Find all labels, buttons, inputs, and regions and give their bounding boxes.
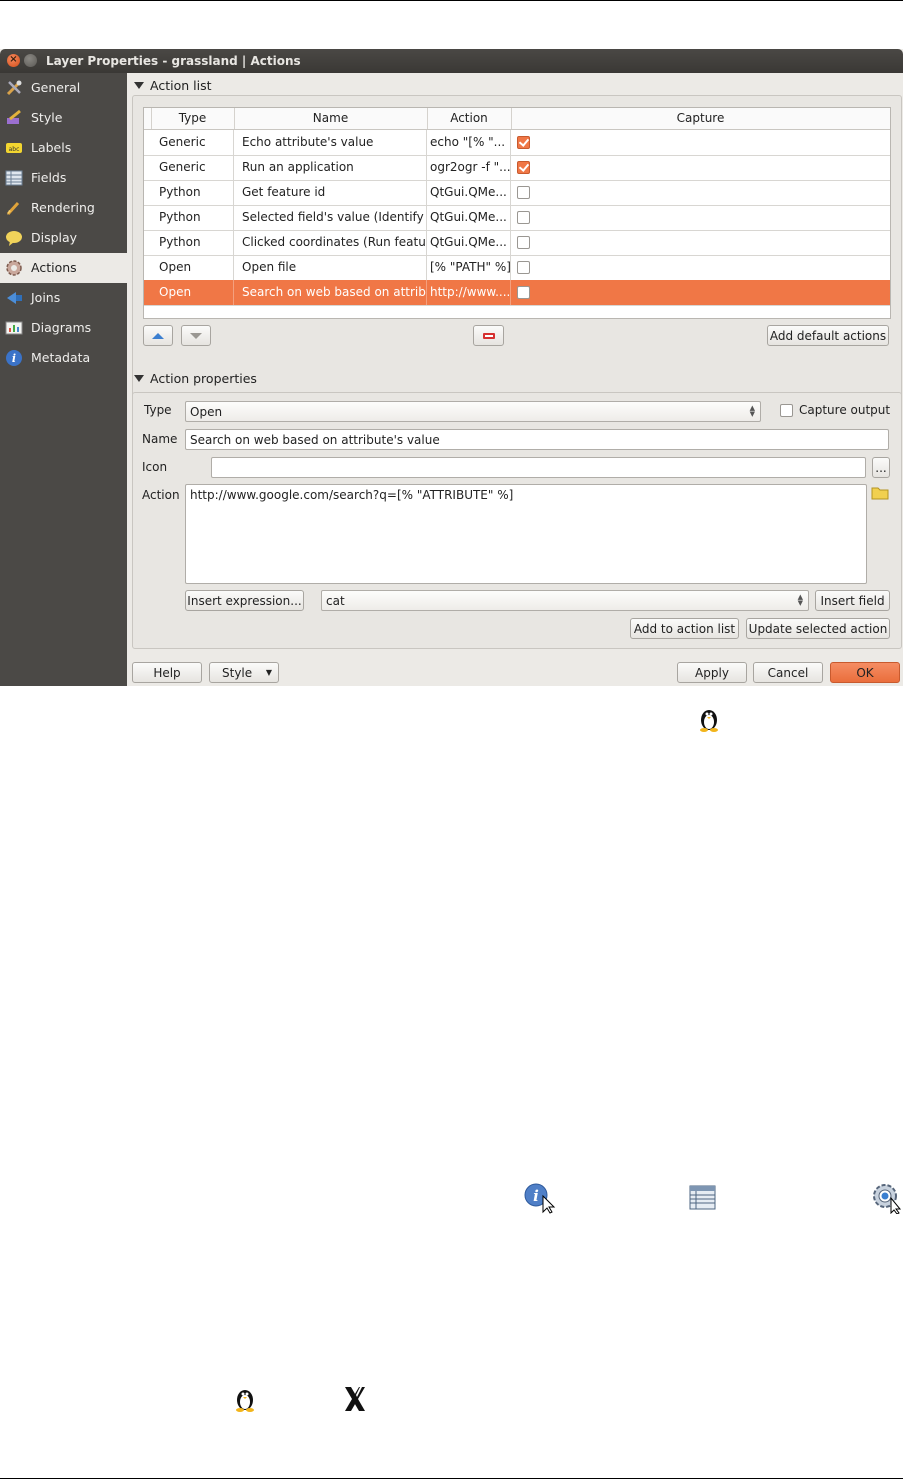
sidebar-item-display[interactable]: Display	[0, 223, 127, 253]
apply-button[interactable]: Apply	[677, 662, 747, 683]
linux-tux-icon	[236, 1390, 254, 1412]
icon-path-field[interactable]	[211, 457, 866, 478]
collapse-triangle-icon	[134, 82, 144, 89]
ok-button[interactable]: OK	[830, 662, 900, 683]
sidebar: General Style abc Labels Fields Renderin…	[0, 73, 127, 686]
insert-expression-button[interactable]: Insert expression...	[185, 590, 304, 611]
action-list-header[interactable]: Action list	[134, 78, 211, 93]
metadata-info-icon: i	[6, 350, 22, 366]
remove-icon	[482, 333, 495, 339]
add-default-actions-button[interactable]: Add default actions	[767, 325, 889, 346]
x11-icon	[345, 1387, 365, 1411]
name-label: Name	[142, 432, 178, 446]
table-row[interactable]: Open Open file [% "PATH" %]	[144, 255, 890, 281]
action-text-editor[interactable]: http://www.google.com/search?q=[% "ATTRI…	[185, 484, 867, 584]
cancel-button[interactable]: Cancel	[753, 662, 823, 683]
column-header-name[interactable]: Name	[234, 108, 428, 129]
run-feature-action-icon	[873, 1184, 902, 1214]
diagrams-chart-icon	[5, 321, 23, 335]
table-row-selected[interactable]: Open Search on web based on attrib... ht…	[144, 280, 890, 306]
title-bar: × Layer Properties - grassland | Actions	[0, 49, 903, 73]
sidebar-item-style[interactable]: Style	[0, 103, 127, 133]
table-row[interactable]: Python Clicked coordinates (Run featu...…	[144, 230, 890, 256]
move-down-button[interactable]	[181, 325, 211, 346]
sidebar-item-rendering[interactable]: Rendering	[0, 193, 127, 223]
name-field[interactable]: Search on web based on attribute's value	[185, 429, 889, 450]
style-menu-button[interactable]: Style ▼	[209, 662, 279, 683]
sidebar-item-diagrams[interactable]: Diagrams	[0, 313, 127, 343]
bottom-rule	[0, 1478, 903, 1479]
linux-tux-icon	[700, 710, 718, 732]
labels-abc-icon: abc	[6, 143, 22, 153]
table-row[interactable]: Python Selected field's value (Identify …	[144, 205, 890, 231]
sidebar-item-labels[interactable]: abc Labels	[0, 133, 127, 163]
column-header-action[interactable]: Action	[427, 108, 512, 129]
action-label: Action	[142, 488, 180, 502]
column-header-capture[interactable]: Capture	[511, 108, 890, 129]
fields-table-icon	[5, 170, 23, 186]
capture-checkbox[interactable]	[517, 261, 530, 274]
table-row[interactable]: Python Get feature id QtGui.QMe...	[144, 180, 890, 206]
icon-label: Icon	[142, 460, 168, 474]
layer-properties-dialog: × Layer Properties - grassland | Actions…	[0, 49, 903, 686]
rendering-brush-icon	[6, 201, 20, 216]
svg-text:abc: abc	[9, 146, 20, 153]
top-rule	[0, 0, 903, 1]
dropdown-arrow-icon: ▼	[265, 668, 272, 677]
arrow-up-icon	[152, 333, 164, 339]
field-select-combo[interactable]: cat ▲ ▼	[321, 590, 809, 611]
remove-action-button[interactable]	[473, 325, 504, 346]
window-title: Layer Properties - grassland | Actions	[46, 54, 301, 68]
action-properties-header[interactable]: Action properties	[134, 371, 257, 386]
insert-field-button[interactable]: Insert field	[815, 590, 890, 611]
combo-spinner-icon: ▲ ▼	[749, 404, 755, 418]
general-tools-icon	[6, 80, 22, 96]
joins-arrow-icon	[7, 292, 22, 304]
capture-checkbox[interactable]	[517, 211, 530, 224]
capture-checkbox[interactable]	[517, 236, 530, 249]
move-up-button[interactable]	[143, 325, 173, 346]
style-brush-icon	[7, 109, 21, 124]
actions-gear-icon	[6, 260, 22, 276]
table-header: Type Name Action Capture	[144, 108, 890, 130]
identify-features-icon: i	[524, 1183, 556, 1214]
type-label: Type	[144, 403, 172, 417]
collapse-triangle-icon	[134, 375, 144, 382]
capture-checkbox[interactable]	[517, 186, 530, 199]
capture-checkbox[interactable]	[517, 136, 530, 149]
folder-browse-button[interactable]	[871, 485, 891, 503]
display-bubble-icon	[6, 231, 22, 246]
type-combo[interactable]: Open ▲ ▼	[185, 401, 761, 422]
icon-browse-button[interactable]: ...	[872, 457, 890, 478]
combo-spinner-icon: ▲ ▼	[797, 593, 803, 607]
sidebar-item-general[interactable]: General	[0, 73, 127, 103]
svg-text:i: i	[533, 1187, 539, 1205]
help-button[interactable]: Help	[132, 662, 202, 683]
window-close-button[interactable]: ×	[7, 54, 20, 67]
column-header-type[interactable]: Type	[151, 108, 235, 129]
capture-checkbox[interactable]	[517, 161, 530, 174]
actions-table[interactable]: Type Name Action Capture Generic Echo at…	[143, 107, 891, 319]
sidebar-item-joins[interactable]: Joins	[0, 283, 127, 313]
arrow-down-icon	[190, 333, 202, 339]
folder-icon	[871, 487, 889, 500]
capture-output-checkbox[interactable]	[780, 404, 793, 417]
sidebar-item-metadata[interactable]: i Metadata	[0, 343, 127, 373]
window-minimize-button[interactable]	[24, 54, 37, 67]
capture-checkbox[interactable]	[517, 286, 530, 299]
svg-text:i: i	[12, 352, 16, 365]
capture-output-label: Capture output	[799, 403, 891, 417]
sidebar-item-actions[interactable]: Actions	[0, 253, 127, 283]
add-to-action-list-button[interactable]: Add to action list	[630, 618, 739, 639]
table-row[interactable]: Generic Run an application ogr2ogr -f ".…	[144, 155, 890, 181]
table-row[interactable]: Generic Echo attribute's value echo "[% …	[144, 130, 890, 156]
attribute-table-icon	[689, 1185, 716, 1210]
update-selected-action-button[interactable]: Update selected action	[746, 618, 890, 639]
sidebar-item-fields[interactable]: Fields	[0, 163, 127, 193]
